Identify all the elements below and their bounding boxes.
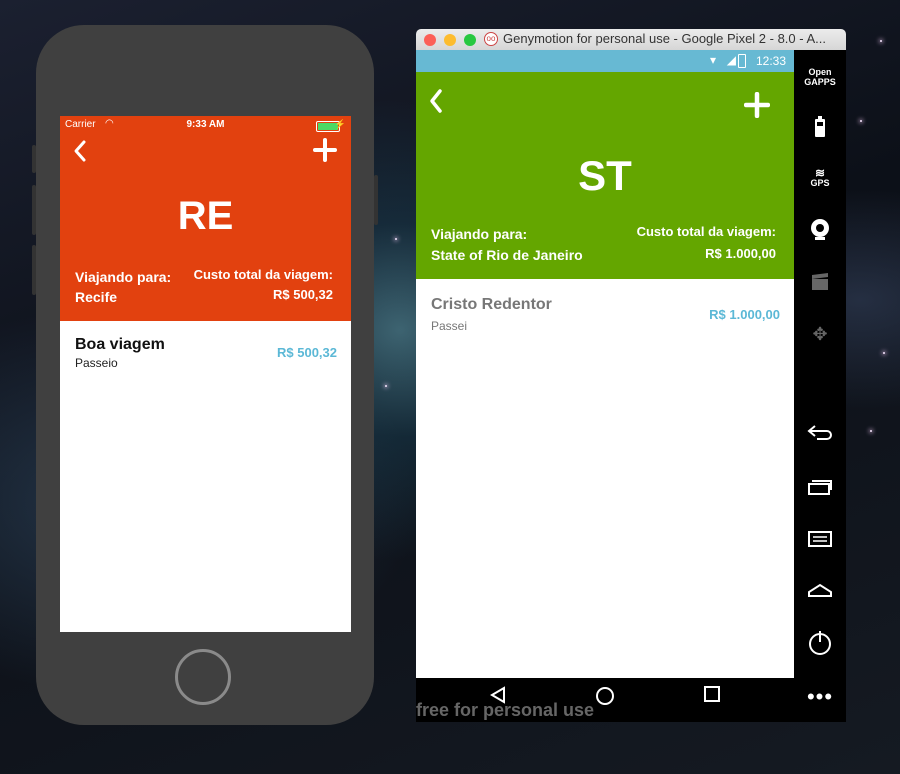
nav-home-icon[interactable] [595,686,615,711]
chevron-left-icon [430,89,442,113]
home-button[interactable] [175,649,231,705]
item-subtitle: Passeio [75,356,118,370]
volume-button [32,245,36,295]
opengapps-icon[interactable]: Open GAPPS [794,67,846,87]
star-decoration [883,352,885,354]
star-decoration [385,385,387,387]
zoom-window-button[interactable] [464,34,476,46]
item-title: Boa viagem [75,336,165,353]
total-cost-value: R$ 1.000,00 [705,246,776,261]
battery-icon [738,54,746,68]
video-capture-icon[interactable] [794,272,846,297]
nav-recents-icon[interactable] [704,686,720,707]
total-cost-label: Custo total da viagem: [636,224,776,239]
destination-city: Recife [75,289,118,305]
close-window-button[interactable] [424,34,436,46]
webcam-icon[interactable] [794,218,846,247]
destination-code: ST [578,152,632,199]
more-icon[interactable]: ••• [794,684,846,710]
item-title: Cristo Redentor [431,296,552,313]
destination-code: RE [177,194,234,238]
ios-screen: Carrier ◠ 9:33 AM ⚡ RE Viajando para: Re… [60,116,351,632]
star-decoration [880,40,882,42]
gps-label: GPS [810,178,830,188]
back-icon[interactable] [794,424,846,447]
wifi-icon: ▾ [709,53,716,67]
signal-icon: ◢ [726,53,736,67]
status-time: 12:33 [755,54,786,68]
add-button[interactable] [743,88,771,124]
gps-icon[interactable]: ≋ GPS [794,167,846,188]
back-button[interactable] [428,88,444,122]
dpad-icon[interactable]: ✥ [794,324,846,345]
window-titlebar: oo Genymotion for personal use - Google … [416,29,846,50]
battery-icon[interactable] [794,116,846,143]
destination-city: State of Rio de Janeiro [431,247,583,263]
volume-button [32,185,36,235]
power-icon[interactable] [794,630,846,661]
status-bar: ▾ ◢ 12:33 [416,50,794,72]
menu-icon[interactable] [794,530,846,553]
item-price: R$ 500,32 [277,345,337,360]
status-bar: Carrier ◠ 9:33 AM ⚡ [65,118,346,133]
plus-icon [313,138,337,162]
add-button[interactable] [313,134,337,168]
travel-label: Viajando para: [75,269,172,285]
trip-header: Carrier ◠ 9:33 AM ⚡ RE Viajando para: Re… [60,116,351,321]
star-decoration [870,430,872,432]
android-screen: ▾ ◢ 12:33 ST Viajando para: State of Rio… [416,50,794,722]
expense-list: Cristo Redentor Passei R$ 1.000,00 [416,279,794,678]
item-price: R$ 1.000,00 [709,307,780,322]
minimize-window-button[interactable] [444,34,456,46]
volume-button [32,145,36,173]
star-decoration [395,238,397,240]
total-cost-label: Custo total da viagem: [193,267,333,282]
trip-header: ST Viajando para: State of Rio de Janeir… [416,72,794,279]
iphone-simulator: Carrier ◠ 9:33 AM ⚡ RE Viajando para: Re… [32,25,378,725]
watermark: free for personal use [416,700,595,720]
travel-label: Viajando para: [431,226,528,242]
genymotion-toolbar: Open GAPPS ≋ GPS ✥ ••• [794,50,846,722]
power-button [374,175,378,225]
status-time: 9:33 AM [186,119,225,130]
charging-icon: ⚡ [334,119,346,129]
plus-icon [743,91,771,119]
genymotion-icon: oo [484,32,498,46]
recent-apps-icon[interactable] [794,478,846,501]
item-subtitle: Passei [431,319,468,333]
home-icon[interactable] [794,582,846,605]
star-decoration [860,120,862,122]
chevron-left-icon [74,140,86,162]
total-cost-value: R$ 500,32 [273,287,333,302]
back-button[interactable] [72,138,88,170]
window-title: Genymotion for personal use - Google Pix… [503,31,826,46]
